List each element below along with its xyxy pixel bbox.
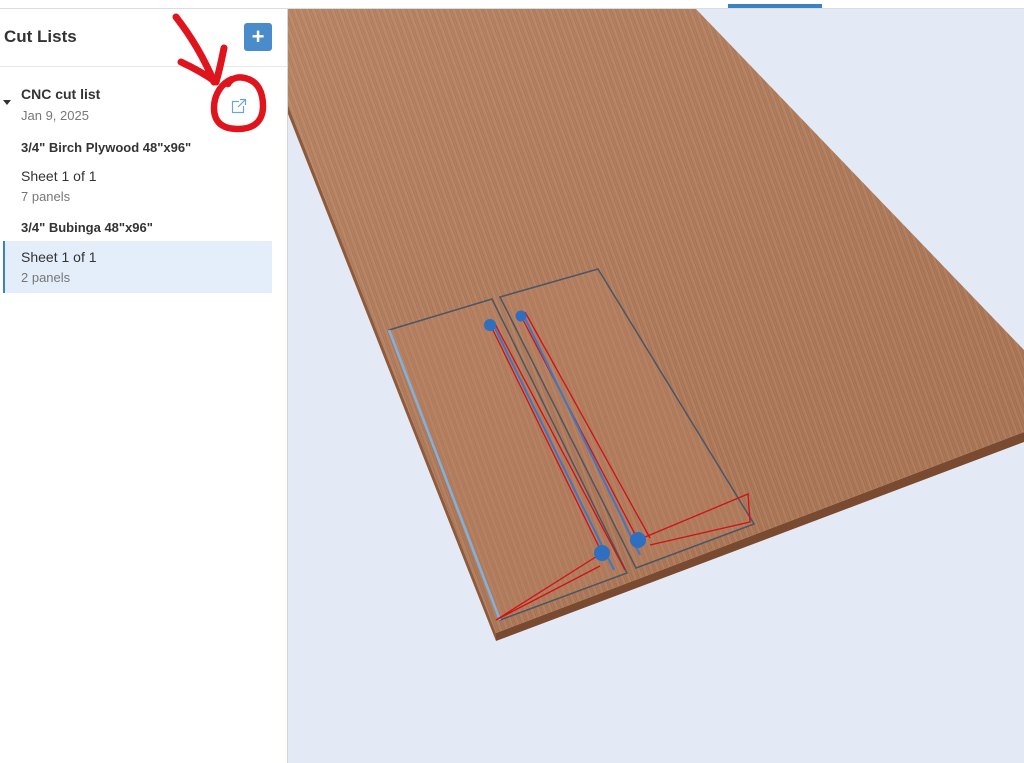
active-tab-indicator [728,4,822,8]
add-cut-list-button[interactable]: + [244,23,272,51]
sheet-3d-render[interactable] [288,9,1024,763]
3d-viewport[interactable] [288,9,1024,763]
material-title: 3/4" Bubinga 48"x96" [21,220,153,235]
sheet-name: Sheet 1 of 1 [21,249,97,265]
drill-point[interactable] [515,310,527,322]
drill-point[interactable] [630,532,646,548]
sidebar-header: Cut Lists + [0,9,287,67]
sheet-item[interactable]: Sheet 1 of 1 7 panels [3,160,272,212]
sheet-name: Sheet 1 of 1 [21,168,97,184]
cut-lists-sidebar: Cut Lists + CNC cut list Jan 9, 2025 3/4… [0,9,288,763]
cut-list-date: Jan 9, 2025 [21,108,89,123]
sheet-item-selected[interactable]: Sheet 1 of 1 2 panels [3,241,272,293]
top-bar [0,0,1024,9]
drill-point[interactable] [484,319,496,331]
caret-down-icon[interactable] [3,100,11,105]
sheet-panel-count: 2 panels [21,270,71,285]
cut-list-name: CNC cut list [21,86,101,102]
plus-icon: + [251,24,265,49]
material-title: 3/4" Birch Plywood 48"x96" [21,140,192,155]
cut-list-item[interactable]: CNC cut list Jan 9, 2025 [0,67,287,127]
external-link-icon[interactable] [231,98,247,114]
sheet-panel-count: 7 panels [21,189,71,204]
drill-point[interactable] [594,545,610,561]
sidebar-title: Cut Lists [4,27,77,46]
